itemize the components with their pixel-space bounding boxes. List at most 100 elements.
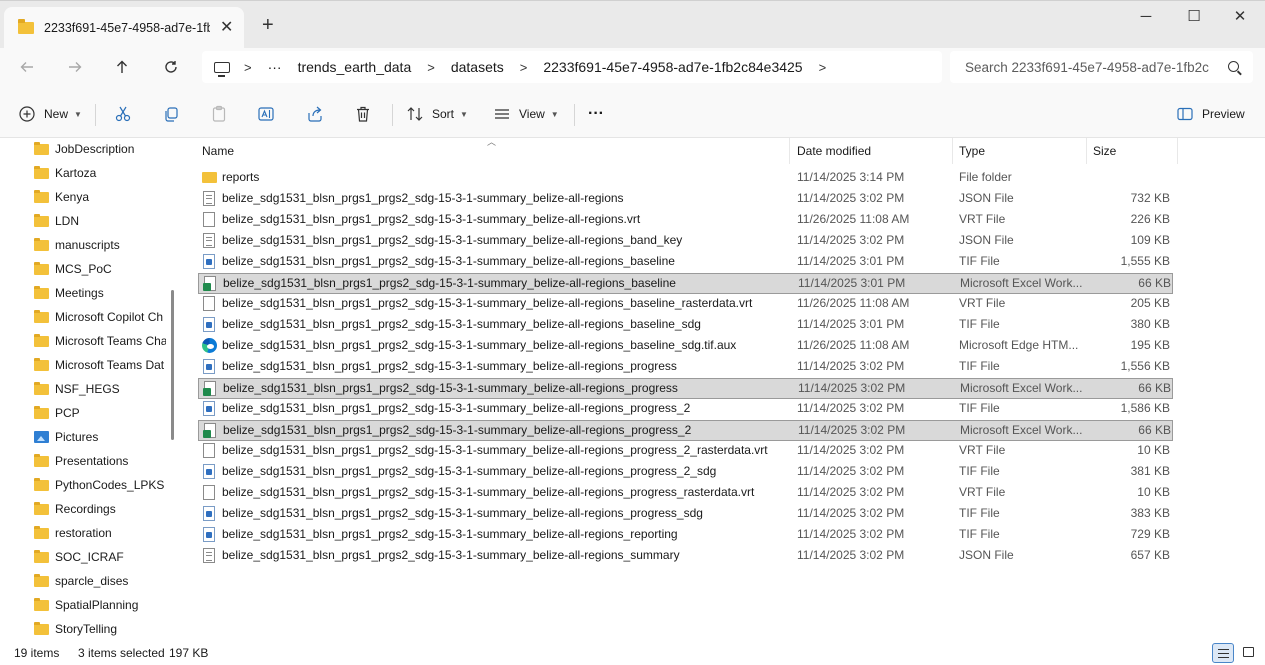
copy-button[interactable]	[162, 102, 180, 126]
sidebar-item[interactable]: Presentations	[34, 451, 166, 471]
sidebar-item[interactable]: StoryTelling	[34, 619, 166, 639]
view-button[interactable]: View ▼	[493, 102, 559, 126]
file-type: File folder	[959, 170, 1012, 184]
file-row[interactable]: belize_sdg1531_blsn_prgs1_prgs2_sdg-15-3…	[198, 252, 1173, 273]
refresh-button[interactable]	[157, 55, 185, 83]
file-row[interactable]: reports 11/14/2025 3:14 PM File folder	[198, 168, 1173, 189]
breadcrumb-datasets[interactable]: datasets	[451, 59, 504, 75]
file-row[interactable]: belize_sdg1531_blsn_prgs1_prgs2_sdg-15-3…	[198, 315, 1173, 336]
breadcrumb-trends-earth-data[interactable]: trends_earth_data	[298, 59, 412, 75]
column-header-date[interactable]: Date modified	[791, 138, 953, 164]
file-row[interactable]: belize_sdg1531_blsn_prgs1_prgs2_sdg-15-3…	[198, 525, 1173, 546]
file-row[interactable]: belize_sdg1531_blsn_prgs1_prgs2_sdg-15-3…	[198, 357, 1173, 378]
breadcrumb-overflow[interactable]: ···	[268, 59, 282, 75]
cut-button[interactable]	[114, 102, 132, 126]
breadcrumb-current-folder[interactable]: 2233f691-45e7-4958-ad7e-1fb2c84e3425	[543, 59, 802, 75]
folder-icon	[34, 357, 49, 371]
new-tab-button[interactable]: +	[262, 15, 274, 35]
rename-button[interactable]	[257, 102, 275, 126]
breadcrumb-separator[interactable]: >	[520, 60, 528, 75]
maximize-button[interactable]: ☐	[1172, 7, 1216, 27]
minimize-button[interactable]: ─	[1124, 7, 1168, 27]
more-options-button[interactable]: ···	[588, 102, 604, 126]
sidebar-item[interactable]: LDN	[34, 211, 166, 231]
share-button[interactable]	[306, 102, 324, 126]
paste-button[interactable]	[210, 102, 228, 126]
sidebar-item[interactable]: Kenya	[34, 187, 166, 207]
address-bar[interactable]: > ··· trends_earth_data > datasets > 223…	[202, 51, 942, 83]
sidebar-item[interactable]: SOC_ICRAF	[34, 547, 166, 567]
file-type: JSON File	[959, 233, 1014, 247]
file-row[interactable]: belize_sdg1531_blsn_prgs1_prgs2_sdg-15-3…	[198, 441, 1173, 462]
file-row[interactable]: belize_sdg1531_blsn_prgs1_prgs2_sdg-15-3…	[198, 210, 1173, 231]
tab-current-folder[interactable]: 2233f691-45e7-4958-ad7e-1fb ✕	[4, 7, 244, 49]
command-bar: New ▼ Sort ▼ View ▼ ··· Preview	[0, 90, 1265, 138]
column-header-size[interactable]: Size	[1087, 138, 1178, 164]
tif-file-icon	[203, 527, 215, 542]
sidebar-item[interactable]: restoration	[34, 523, 166, 543]
file-date: 11/14/2025 3:02 PM	[798, 423, 906, 437]
file-row[interactable]: belize_sdg1531_blsn_prgs1_prgs2_sdg-15-3…	[198, 294, 1173, 315]
file-date: 11/14/2025 3:02 PM	[797, 359, 905, 373]
nav-scrollbar[interactable]	[171, 290, 174, 440]
up-button[interactable]	[108, 55, 136, 83]
new-button[interactable]: New ▼	[18, 102, 82, 126]
sidebar-item[interactable]: Kartoza	[34, 163, 166, 183]
search-box[interactable]: Search 2233f691-45e7-4958-ad7e-1fb2c	[950, 51, 1253, 83]
file-row[interactable]: belize_sdg1531_blsn_prgs1_prgs2_sdg-15-3…	[198, 399, 1173, 420]
sidebar-item[interactable]: Microsoft Teams Dat	[34, 355, 166, 375]
sidebar-item[interactable]: PCP	[34, 403, 166, 423]
file-list-scrollbar[interactable]	[1253, 138, 1265, 641]
column-header-type[interactable]: Type	[953, 138, 1087, 164]
file-row[interactable]: belize_sdg1531_blsn_prgs1_prgs2_sdg-15-3…	[198, 462, 1173, 483]
column-header-name[interactable]: Name	[196, 138, 790, 164]
breadcrumb-separator[interactable]: >	[819, 60, 827, 75]
sidebar-item[interactable]: NSF_HEGS	[34, 379, 166, 399]
tiles-view-button[interactable]	[1238, 643, 1260, 663]
search-input[interactable]: Search 2233f691-45e7-4958-ad7e-1fb2c	[965, 60, 1213, 75]
file-row[interactable]: belize_sdg1531_blsn_prgs1_prgs2_sdg-15-3…	[198, 273, 1173, 294]
selection-size: 197 KB	[169, 646, 209, 660]
file-row[interactable]: belize_sdg1531_blsn_prgs1_prgs2_sdg-15-3…	[198, 189, 1173, 210]
tif-file-icon	[203, 464, 215, 479]
sidebar-item[interactable]: Recordings	[34, 499, 166, 519]
file-row[interactable]: belize_sdg1531_blsn_prgs1_prgs2_sdg-15-3…	[198, 483, 1173, 504]
file-row[interactable]: belize_sdg1531_blsn_prgs1_prgs2_sdg-15-3…	[198, 420, 1173, 441]
details-view-button[interactable]	[1212, 643, 1234, 663]
file-row[interactable]: belize_sdg1531_blsn_prgs1_prgs2_sdg-15-3…	[198, 231, 1173, 252]
file-row[interactable]: belize_sdg1531_blsn_prgs1_prgs2_sdg-15-3…	[198, 504, 1173, 525]
breadcrumb-separator[interactable]: >	[244, 60, 252, 75]
file-size: 1,556 KB	[1120, 359, 1170, 373]
file-type: TIF File	[959, 401, 1000, 415]
sidebar-item[interactable]: manuscripts	[34, 235, 166, 255]
edge-file-icon	[202, 338, 217, 353]
file-row[interactable]: belize_sdg1531_blsn_prgs1_prgs2_sdg-15-3…	[198, 546, 1173, 567]
sidebar-item[interactable]: JobDescription	[34, 139, 166, 159]
sort-button[interactable]: Sort ▼	[406, 102, 468, 126]
preview-pane-button[interactable]: Preview	[1176, 102, 1245, 126]
sidebar-item[interactable]: Microsoft Copilot Ch	[34, 307, 166, 327]
sidebar-item[interactable]: sparcle_dises	[34, 571, 166, 591]
file-date: 11/14/2025 3:01 PM	[798, 276, 906, 290]
file-row[interactable]: belize_sdg1531_blsn_prgs1_prgs2_sdg-15-3…	[198, 378, 1173, 399]
file-name: belize_sdg1531_blsn_prgs1_prgs2_sdg-15-3…	[223, 381, 678, 395]
sidebar-item[interactable]: Meetings	[34, 283, 166, 303]
file-row[interactable]: belize_sdg1531_blsn_prgs1_prgs2_sdg-15-3…	[198, 336, 1173, 357]
tab-close-button[interactable]: ✕	[220, 20, 233, 36]
sidebar-item-label: PCP	[55, 406, 80, 420]
sidebar-item[interactable]: MCS_PoC	[34, 259, 166, 279]
file-list: ︿ Name Date modified Type Size reports 11…	[190, 137, 1265, 641]
breadcrumb-separator[interactable]: >	[427, 60, 435, 75]
sidebar-item[interactable]: Pictures	[34, 427, 166, 447]
forward-button[interactable]	[61, 55, 89, 83]
sidebar-item[interactable]: PythonCodes_LPKS	[34, 475, 166, 495]
close-window-button[interactable]: ✕	[1218, 7, 1262, 27]
file-date: 11/26/2025 11:08 AM	[797, 338, 910, 352]
back-button[interactable]	[13, 55, 41, 83]
file-name: belize_sdg1531_blsn_prgs1_prgs2_sdg-15-3…	[222, 443, 768, 457]
rename-icon	[258, 107, 274, 121]
sidebar-item[interactable]: Microsoft Teams Cha	[34, 331, 166, 351]
sidebar-item[interactable]: SpatialPlanning	[34, 595, 166, 615]
delete-button[interactable]	[354, 102, 372, 126]
view-label: View	[519, 107, 545, 121]
